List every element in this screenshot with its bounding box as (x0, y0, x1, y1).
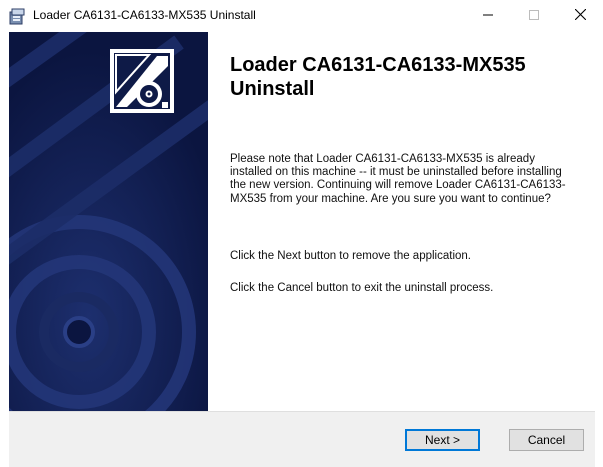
installer-box-icon (9, 8, 26, 25)
maximize-button[interactable] (511, 0, 557, 32)
close-button[interactable] (557, 0, 603, 32)
side-banner (9, 32, 208, 411)
wizard-content: Loader CA6131-CA6133-MX535 Uninstall Ple… (9, 32, 595, 411)
minimize-icon (483, 7, 493, 25)
next-button[interactable]: Next > (405, 429, 480, 451)
banner-artwork (9, 32, 208, 411)
close-icon (574, 7, 586, 25)
button-bar: Next > Cancel (9, 411, 595, 467)
window-title: Loader CA6131-CA6133-MX535 Uninstall (33, 8, 256, 22)
warning-paragraph: Please note that Loader CA6131-CA6133-MX… (230, 153, 566, 205)
title-bar[interactable]: Loader CA6131-CA6133-MX535 Uninstall (0, 0, 603, 32)
cd-installer-logo-icon (110, 49, 174, 113)
maximize-icon (529, 7, 539, 25)
cancel-button[interactable]: Cancel (509, 429, 584, 451)
next-instruction-paragraph: Click the Next button to remove the appl… (230, 250, 471, 262)
minimize-button[interactable] (465, 0, 511, 32)
page-title: Loader CA6131-CA6133-MX535 Uninstall (230, 54, 526, 100)
cancel-instruction-paragraph: Click the Cancel button to exit the unin… (230, 282, 494, 294)
